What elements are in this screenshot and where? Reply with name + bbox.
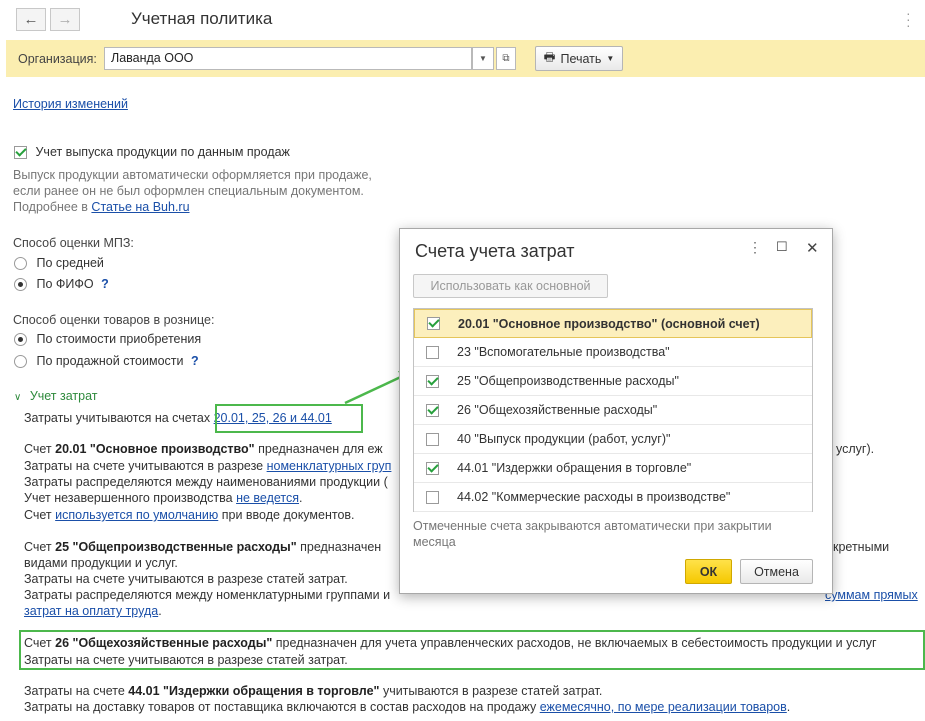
- ok-button[interactable]: ОК: [685, 559, 732, 584]
- account-row[interactable]: 44.01 "Издержки обращения в торговле": [414, 454, 812, 483]
- account-label: 26 "Общехозяйственные расходы": [457, 403, 658, 417]
- cancel-button[interactable]: Отмена: [740, 559, 813, 584]
- account-checkbox[interactable]: [426, 432, 439, 446]
- account-label: 44.01 "Издержки обращения в торговле": [457, 461, 692, 475]
- dialog-note: Отмеченные счета закрываются автоматичес…: [413, 519, 772, 549]
- account-row[interactable]: 40 "Выпуск продукции (работ, услуг)": [414, 425, 812, 454]
- account-label: 25 "Общепроизводственные расходы": [457, 374, 679, 388]
- accounts-list: 20.01 "Основное производство" (основной …: [413, 308, 813, 512]
- account-label: 44.02 "Коммерческие расходы в производст…: [457, 490, 731, 504]
- account-row[interactable]: 23 "Вспомогательные производства": [414, 338, 812, 367]
- account-checkbox[interactable]: [426, 403, 439, 417]
- account-checkbox[interactable]: [426, 374, 439, 388]
- account-checkbox[interactable]: [426, 490, 439, 504]
- dialog-title: Счета учета затрат: [415, 241, 575, 261]
- account-label: 23 "Вспомогательные производства": [457, 345, 670, 359]
- account-checkbox[interactable]: [426, 345, 439, 359]
- account-label: 20.01 "Основное производство" (основной …: [458, 316, 760, 331]
- maximize-icon[interactable]: ☐: [776, 239, 788, 255]
- use-as-main-button[interactable]: Использовать как основной: [413, 274, 608, 298]
- account-label: 40 "Выпуск продукции (работ, услуг)": [457, 432, 671, 446]
- account-checkbox[interactable]: [427, 317, 440, 330]
- close-icon[interactable]: ✕: [806, 239, 819, 257]
- account-row[interactable]: 25 "Общепроизводственные расходы": [414, 367, 812, 396]
- dialog-more-icon[interactable]: ⋮: [748, 239, 762, 256]
- cost-accounts-dialog: Счета учета затрат ⋮ ☐ ✕ Использовать ка…: [399, 228, 833, 594]
- account-row[interactable]: 26 "Общехозяйственные расходы": [414, 396, 812, 425]
- account-checkbox[interactable]: [426, 461, 439, 475]
- annotation-arrow-line: [344, 373, 406, 405]
- account-row[interactable]: 20.01 "Основное производство" (основной …: [414, 309, 812, 338]
- account-row[interactable]: 44.02 "Коммерческие расходы в производст…: [414, 483, 812, 512]
